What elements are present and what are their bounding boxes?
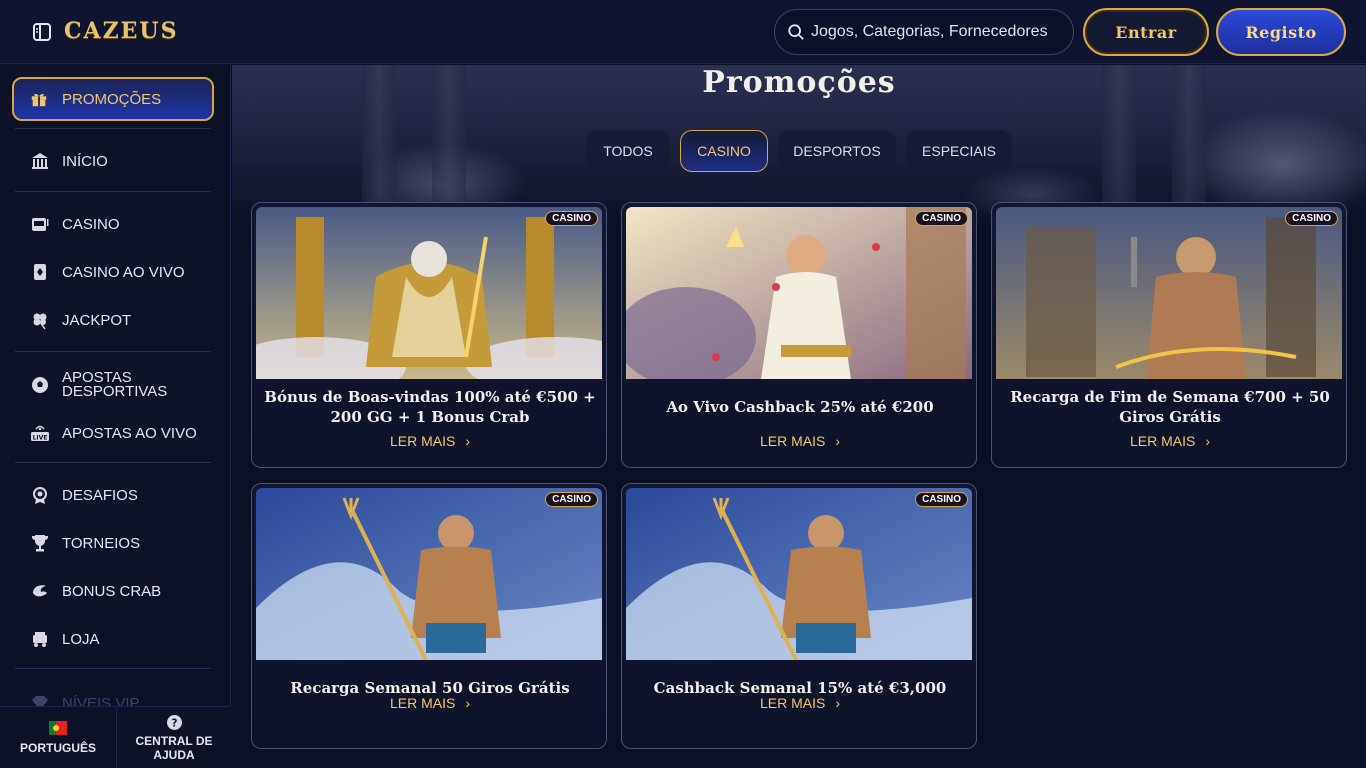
sidebar-footer: PORTUGUÊS ? CENTRAL DE AJUDA — [0, 706, 231, 768]
promo-card[interactable]: CASINO Bónus de Boas-vindas 100% até €50… — [251, 202, 607, 468]
tab-all[interactable]: TODOS — [586, 130, 670, 172]
cards-icon — [30, 262, 50, 282]
promo-image — [256, 207, 602, 379]
read-more-link[interactable]: LER MAIS › — [992, 433, 1346, 449]
language-label: PORTUGUÊS — [19, 741, 96, 755]
promo-image — [996, 207, 1342, 379]
help-label: CENTRAL DE AJUDA — [135, 733, 213, 762]
category-tabs: TODOS CASINO DESPORTOS ESPECIAIS — [586, 130, 1022, 172]
search-input[interactable] — [811, 23, 1071, 41]
tab-specials[interactable]: ESPECIAIS — [906, 130, 1012, 172]
promo-title: Bónus de Boas-vindas 100% até €500 + 200… — [264, 388, 596, 426]
tab-casino[interactable]: CASINO — [680, 130, 768, 172]
clover-icon — [30, 310, 50, 330]
promo-card[interactable]: CASINO Ao Vivo Cashback 25% até €200 LER… — [621, 202, 977, 468]
read-more-label: LER MAIS — [389, 433, 456, 449]
live-icon: LIVE — [30, 423, 50, 443]
divider — [15, 351, 211, 352]
chevron-right-icon: › — [835, 433, 841, 449]
read-more-label: LER MAIS — [389, 695, 456, 711]
sidebar-item-label: LOJA — [62, 630, 100, 648]
sidebar-item-bonus-crab[interactable]: BONUS CRAB — [30, 581, 161, 601]
sidebar-item-tournaments[interactable]: TORNEIOS — [30, 533, 140, 553]
sidebar-item-label: DESAFIOS — [62, 486, 138, 504]
trophy-icon — [30, 533, 50, 553]
sidebar-item-live-casino[interactable]: CASINO AO VIVO — [30, 262, 185, 282]
read-more-link[interactable]: LER MAIS › — [252, 433, 606, 449]
svg-text:?: ? — [171, 717, 177, 729]
page-title: Promoções — [702, 65, 896, 100]
slot-icon — [30, 214, 50, 234]
category-badge: CASINO — [915, 211, 968, 226]
search-icon — [788, 24, 804, 40]
portugal-flag-icon — [49, 721, 67, 735]
sidebar-item-label: INÍCIO — [62, 152, 108, 170]
help-center-link[interactable]: ? CENTRAL DE AJUDA — [117, 707, 231, 768]
promo-card[interactable]: CASINO Recarga Semanal 50 Giros Grátis L… — [251, 483, 607, 749]
sidebar-item-challenges[interactable]: DESAFIOS — [30, 485, 138, 505]
sidebar-item-label: APOSTAS AO VIVO — [62, 424, 197, 442]
sidebar-item-live-betting[interactable]: LIVE APOSTAS AO VIVO — [30, 423, 197, 443]
svg-text:LIVE: LIVE — [33, 435, 48, 442]
read-more-label: LER MAIS — [759, 695, 826, 711]
cart-icon — [30, 629, 50, 649]
category-badge: CASINO — [915, 492, 968, 507]
read-more-link[interactable]: LER MAIS › — [622, 695, 976, 711]
sidebar-item-jackpot[interactable]: JACKPOT — [30, 310, 131, 330]
read-more-link[interactable]: LER MAIS › — [622, 433, 976, 449]
sidebar-item-label: BONUS CRAB — [62, 582, 162, 600]
category-badge: CASINO — [545, 492, 598, 507]
promo-image — [626, 207, 972, 379]
divider — [15, 668, 211, 669]
read-more-label: LER MAIS — [1129, 433, 1196, 449]
promo-title: Ao Vivo Cashback 25% até €200 — [666, 398, 934, 416]
promo-card[interactable]: CASINO Recarga de Fim de Semana €700 + 5… — [991, 202, 1347, 468]
register-button[interactable]: Registo — [1216, 8, 1346, 56]
promo-image — [626, 488, 972, 660]
login-button[interactable]: Entrar — [1083, 8, 1209, 56]
language-selector[interactable]: PORTUGUÊS — [0, 707, 116, 768]
divider — [15, 128, 211, 129]
read-more-link[interactable]: LER MAIS › — [252, 695, 606, 711]
gift-icon — [31, 93, 47, 107]
sidebar-item-label: TORNEIOS — [62, 534, 141, 552]
bank-icon — [30, 151, 50, 171]
chevron-right-icon: › — [465, 433, 471, 449]
chevron-right-icon: › — [1205, 433, 1211, 449]
sidebar-item-label: PROMOÇÕES — [62, 90, 162, 108]
sidebar-item-label: JACKPOT — [62, 311, 132, 329]
sidebar-item-shop[interactable]: LOJA — [30, 629, 100, 649]
search-box[interactable] — [774, 9, 1074, 55]
sidebar-toggle-icon[interactable] — [32, 22, 52, 42]
category-badge: CASINO — [1285, 211, 1338, 226]
divider — [15, 191, 211, 192]
chevron-right-icon: › — [465, 695, 471, 711]
help-icon: ? — [166, 714, 182, 730]
main-content: Promoções TODOS CASINO DESPORTOS ESPECIA… — [232, 65, 1366, 768]
sidebar-item-casino[interactable]: CASINO — [30, 214, 120, 234]
top-bar: CAZEUS Entrar Registo — [0, 0, 1366, 64]
sidebar-item-home[interactable]: INÍCIO — [30, 151, 108, 171]
crab-icon — [30, 581, 50, 601]
logo[interactable]: CAZEUS — [64, 18, 178, 44]
read-more-label: LER MAIS — [759, 433, 826, 449]
soccer-icon — [30, 375, 50, 395]
divider — [15, 462, 211, 463]
sidebar-item-label: CASINO — [62, 215, 120, 233]
sidebar: PROMOÇÕES INÍCIO CASINO CASINO AO VIVO J… — [0, 65, 231, 768]
promo-title: Recarga de Fim de Semana €700 + 50 Giros… — [1010, 388, 1330, 426]
sidebar-item-promotions[interactable]: PROMOÇÕES — [12, 77, 214, 121]
sidebar-item-label: APOSTAS DESPORTIVAS — [62, 369, 168, 400]
promo-card[interactable]: CASINO Cashback Semanal 15% até €3,000 L… — [621, 483, 977, 749]
medal-icon — [30, 485, 50, 505]
category-badge: CASINO — [545, 211, 598, 226]
sidebar-item-label: CASINO AO VIVO — [62, 263, 185, 281]
tab-sports[interactable]: DESPORTOS — [778, 130, 896, 172]
promo-image — [256, 488, 602, 660]
sidebar-item-sports-betting[interactable]: APOSTAS DESPORTIVAS — [30, 369, 172, 400]
chevron-right-icon: › — [835, 695, 841, 711]
